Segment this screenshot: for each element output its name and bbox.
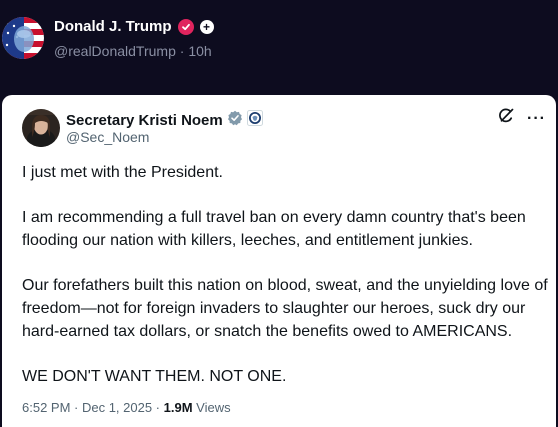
post-footer: 6:52 PM · Dec 1, 2025 · 1.9M Views — [22, 400, 231, 415]
quoted-handle[interactable]: @Sec_Noem — [66, 129, 149, 145]
views-count: 1.9M — [163, 400, 193, 415]
views-label: Views — [192, 400, 231, 415]
plus-badge-icon: + — [199, 19, 214, 34]
card-actions: ··· — [497, 107, 546, 130]
meta-separator: · — [179, 43, 185, 59]
avatar[interactable] — [2, 17, 44, 59]
quoted-author-name[interactable]: Secretary Kristi Noem — [66, 112, 223, 129]
post-timestamp[interactable]: 6:52 PM · Dec 1, 2025 · — [22, 400, 164, 415]
post-paragraph: Our forefathers built this nation on blo… — [22, 277, 548, 340]
more-options-icon[interactable]: ··· — [527, 110, 546, 127]
outer-post-header: Donald J. Trump + @realDonaldTrump · 10h — [0, 10, 558, 70]
avatar[interactable] — [22, 109, 60, 147]
post-paragraph: I am recommending a full travel ban on e… — [22, 209, 526, 249]
quoted-author-row: Secretary Kristi Noem — [66, 110, 263, 131]
outer-author-name[interactable]: Donald J. Trump — [54, 18, 172, 35]
dhs-seal-icon[interactable] — [246, 110, 263, 131]
outer-author-row: Donald J. Trump + — [54, 18, 214, 35]
outer-handle[interactable]: @realDonaldTrump — [54, 43, 176, 59]
grok-icon[interactable] — [497, 107, 515, 130]
pink-verified-badge-icon — [177, 18, 194, 35]
quoted-post-card[interactable]: Secretary Kristi Noem @Sec_Noem ··· I ju… — [2, 95, 556, 427]
gray-verified-badge-icon — [227, 110, 243, 131]
outer-post-meta: @realDonaldTrump · 10h — [54, 43, 212, 59]
screenshot-page: Donald J. Trump + @realDonaldTrump · 10h — [0, 0, 558, 427]
outer-time-ago[interactable]: 10h — [188, 43, 211, 59]
quoted-post-text: I just met with the President. I am reco… — [22, 161, 552, 388]
post-paragraph: WE DON'T WANT THEM. NOT ONE. — [22, 368, 287, 385]
post-paragraph: I just met with the President. — [22, 164, 223, 181]
